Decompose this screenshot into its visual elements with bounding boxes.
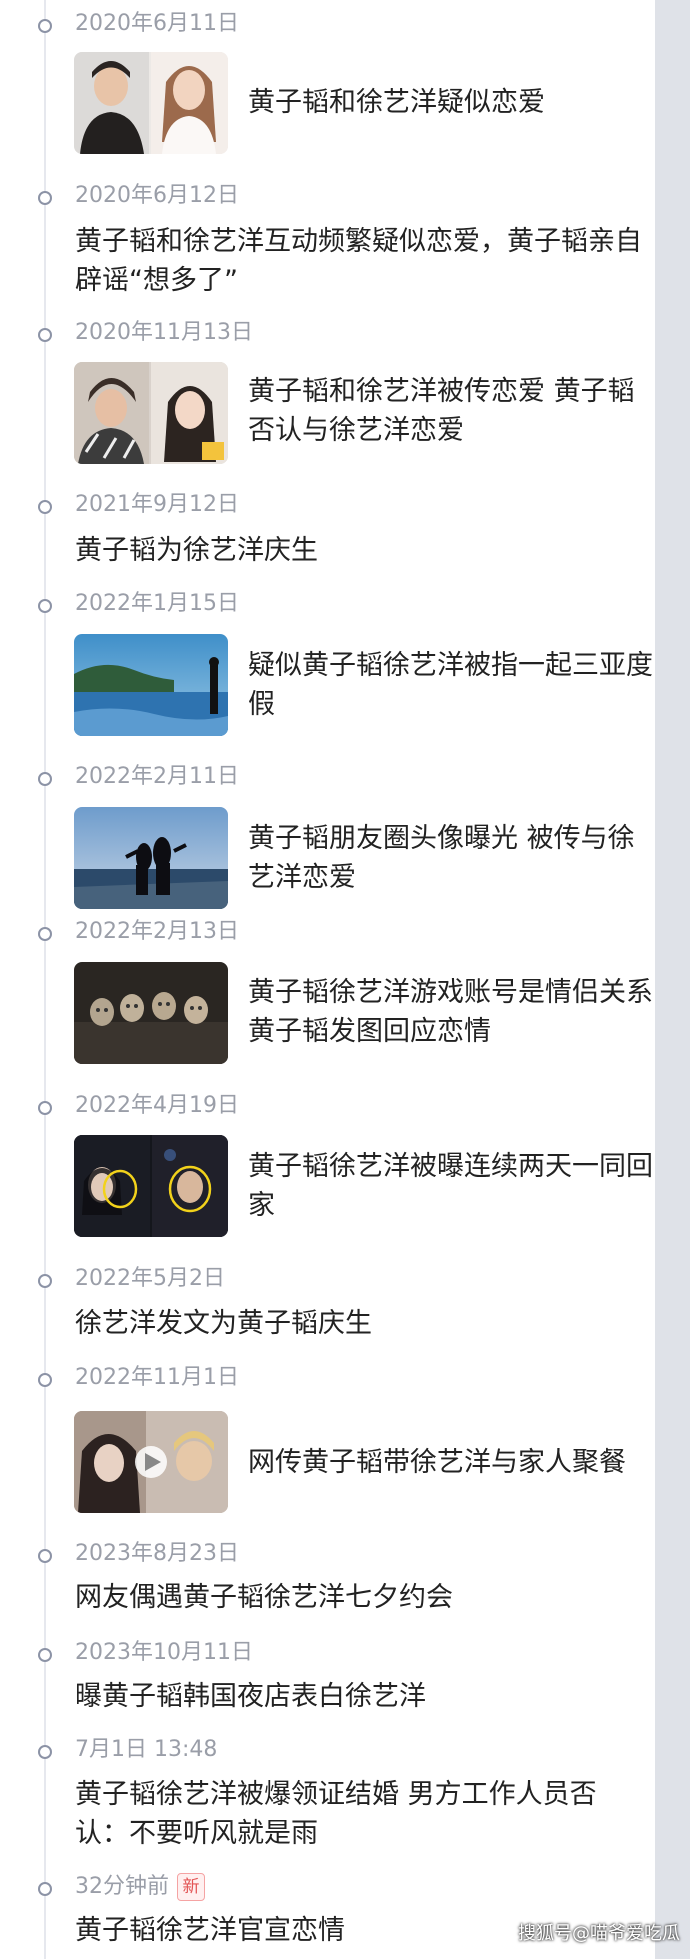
timeline-dot: [38, 599, 52, 613]
entry-date: 2023年10月11日: [75, 1640, 253, 1665]
entry-thumbnail[interactable]: [74, 52, 228, 154]
entry-date: 2022年2月13日: [75, 919, 239, 944]
entry-date: 2022年5月2日: [75, 1266, 225, 1291]
timeline-card: 2020年6月11日 黄子韬和徐艺洋疑似恋爱 2020年6月12日 黄子韬和徐艺…: [0, 0, 655, 1959]
timeline-dot: [38, 191, 52, 205]
entry-text: 黄子韬徐艺洋被爆领证结婚 男方工作人员否认：不要听风就是雨: [75, 1779, 597, 1849]
entry-date: 32分钟前新: [75, 1872, 205, 1902]
entry-date: 2022年1月15日: [75, 591, 239, 616]
timeline-line: [44, 0, 46, 1959]
entry-date: 2023年8月23日: [75, 1541, 239, 1566]
entry-text: 黄子韬和徐艺洋疑似恋爱: [248, 87, 545, 118]
timeline-dot: [38, 772, 52, 786]
timeline-dot: [38, 19, 52, 33]
watermark: 搜狐号@喵爷爱吃瓜: [518, 1923, 680, 1944]
entry-text: 网友偶遇黄子韬徐艺洋七夕约会: [75, 1582, 453, 1613]
entry-date-text: 32分钟前: [75, 1874, 169, 1899]
timeline-dot: [38, 1882, 52, 1896]
entry-text: 黄子韬和徐艺洋互动频繁疑似恋爱，黄子韬亲自辟谣“想多了”: [75, 226, 642, 296]
entry-date: 2021年9月12日: [75, 492, 239, 517]
entry-date: 2022年11月1日: [75, 1365, 239, 1390]
entry-thumbnail[interactable]: [74, 634, 228, 736]
entry-date: 7月1日 13:48: [75, 1737, 218, 1762]
entry-text: 疑似黄子韬徐艺洋被指一起三亚度假: [248, 650, 653, 720]
entry-text: 曝黄子韬韩国夜店表白徐艺洋: [75, 1681, 426, 1712]
timeline-dot: [38, 1745, 52, 1759]
entry-date: 2020年6月12日: [75, 183, 239, 208]
timeline-dot: [38, 1373, 52, 1387]
timeline-dot: [38, 1549, 52, 1563]
entry-text: 网传黄子韬带徐艺洋与家人聚餐: [248, 1447, 626, 1478]
new-badge: 新: [177, 1873, 205, 1901]
entry-date: 2020年6月11日: [75, 11, 239, 36]
entry-text: 黄子韬徐艺洋被曝连续两天一同回家: [248, 1151, 653, 1221]
entry-thumbnail[interactable]: [74, 807, 228, 909]
entry-thumbnail[interactable]: [74, 1135, 228, 1237]
entry-date: 2022年2月11日: [75, 764, 239, 789]
entry-date: 2022年4月19日: [75, 1093, 239, 1118]
timeline-dot: [38, 1274, 52, 1288]
timeline-dot: [38, 927, 52, 941]
entry-date: 2020年11月13日: [75, 320, 253, 345]
timeline-dot: [38, 1648, 52, 1662]
entry-text: 黄子韬朋友圈头像曝光 被传与徐艺洋恋爱: [248, 823, 635, 893]
entry-thumbnail[interactable]: [74, 962, 228, 1064]
entry-thumbnail[interactable]: [74, 362, 228, 464]
entry-text: 徐艺洋发文为黄子韬庆生: [75, 1308, 372, 1339]
entry-text: 黄子韬徐艺洋游戏账号是情侣关系 黄子韬发图回应恋情: [248, 977, 653, 1047]
video-thumbnail[interactable]: [74, 1411, 228, 1513]
entry-text: 黄子韬和徐艺洋被传恋爱 黄子韬否认与徐艺洋恋爱: [248, 376, 635, 446]
timeline-dot: [38, 328, 52, 342]
entry-text: 黄子韬为徐艺洋庆生: [75, 535, 318, 566]
timeline-dot: [38, 1101, 52, 1115]
timeline-dot: [38, 500, 52, 514]
